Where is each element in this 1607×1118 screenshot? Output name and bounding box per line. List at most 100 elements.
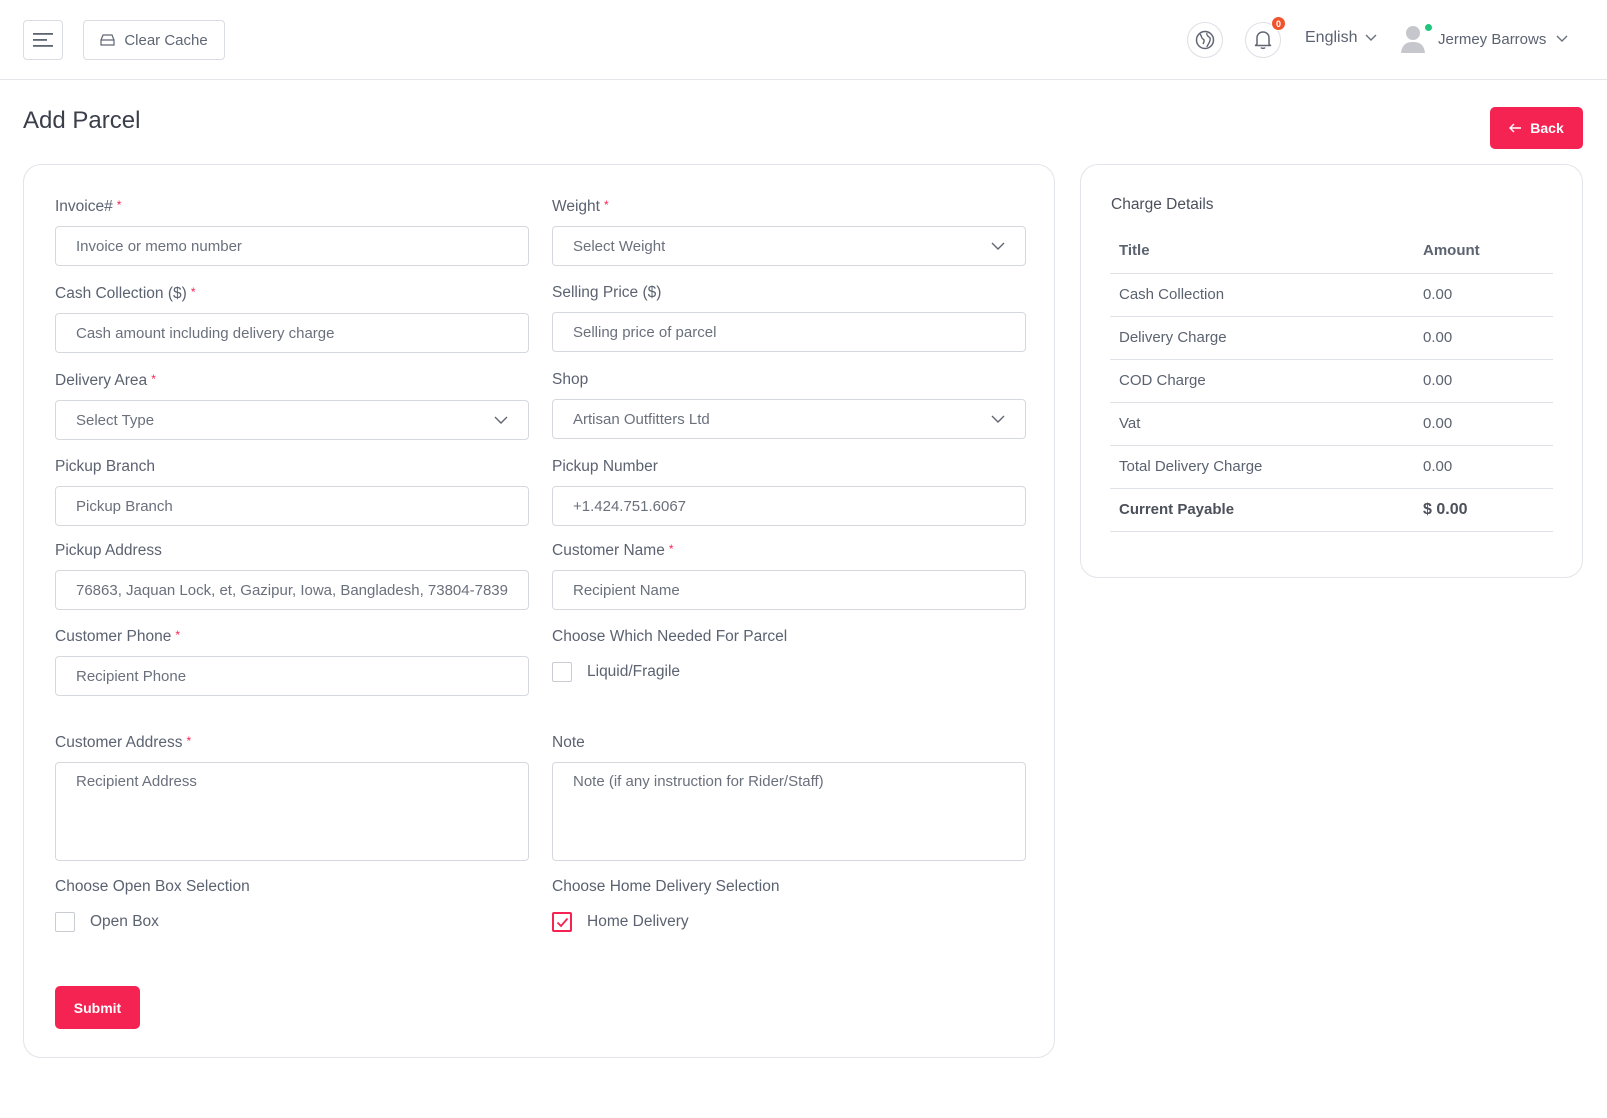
checkmark-icon	[556, 917, 568, 927]
avatar	[1400, 24, 1432, 54]
open-box-field: Choose Open Box Selection Open Box	[55, 878, 529, 932]
invoice-field: Invoice# * Invoice or memo number	[55, 198, 529, 266]
cash-collection-label: Cash Collection ($) *	[55, 285, 196, 302]
row-title: Vat	[1110, 402, 1423, 446]
menu-toggle-button[interactable]	[23, 20, 63, 60]
total-title: Current Payable	[1110, 488, 1423, 532]
delivery-area-field: Delivery Area * Select Type	[55, 372, 529, 440]
customer-phone-label: Customer Phone *	[55, 628, 180, 645]
submit-button[interactable]: Submit	[55, 986, 140, 1029]
clear-cache-button[interactable]: Clear Cache	[83, 20, 225, 60]
invoice-label: Invoice# *	[55, 198, 122, 215]
shop-field: Shop Artisan Outfitters Ltd	[552, 371, 1026, 439]
column-amount: Amount	[1423, 229, 1553, 274]
charge-details-card: Charge Details Title Amount Cash Collect…	[1080, 164, 1583, 578]
pickup-address-input[interactable]: 76863, Jaquan Lock, et, Gazipur, Iowa, B…	[55, 570, 529, 610]
selling-price-input[interactable]: Selling price of parcel	[552, 312, 1026, 352]
chevron-down-icon	[991, 415, 1005, 423]
notification-badge: 0	[1271, 16, 1286, 31]
table-row: COD Charge 0.00	[1110, 359, 1553, 403]
open-box-group-label: Choose Open Box Selection	[55, 878, 250, 895]
column-title: Title	[1110, 229, 1423, 274]
pickup-number-input[interactable]: +1.424.751.6067	[552, 486, 1026, 526]
total-row: Current Payable $ 0.00	[1110, 488, 1553, 532]
customer-name-input[interactable]: Recipient Name	[552, 570, 1026, 610]
row-title: COD Charge	[1110, 359, 1423, 403]
pickup-branch-label: Pickup Branch	[55, 458, 155, 475]
pickup-number-field: Pickup Number +1.424.751.6067	[552, 458, 1026, 526]
open-box-option[interactable]: Open Box	[55, 912, 529, 932]
row-amount: 0.00	[1423, 273, 1553, 317]
customer-address-textarea[interactable]: Recipient Address	[55, 762, 529, 861]
row-amount: 0.00	[1423, 359, 1553, 403]
back-button[interactable]: Back	[1490, 107, 1583, 149]
parcel-needs-label: Choose Which Needed For Parcel	[552, 628, 788, 645]
invoice-input[interactable]: Invoice or memo number	[55, 226, 529, 266]
pickup-branch-input[interactable]: Pickup Branch	[55, 486, 529, 526]
customer-address-label: Customer Address *	[55, 734, 192, 751]
user-name: Jermey Barrows	[1438, 30, 1547, 48]
charge-details-table: Title Amount Cash Collection 0.00 Delive…	[1110, 229, 1553, 532]
total-amount: $ 0.00	[1423, 488, 1553, 532]
shop-label: Shop	[552, 371, 589, 388]
row-title: Delivery Charge	[1110, 316, 1423, 360]
home-delivery-checkbox[interactable]	[552, 912, 572, 932]
online-status-dot	[1425, 24, 1432, 31]
note-textarea[interactable]: Note (if any instruction for Rider/Staff…	[552, 762, 1026, 861]
globe-icon	[1195, 30, 1215, 50]
liquid-fragile-checkbox[interactable]	[552, 662, 572, 682]
table-row: Vat 0.00	[1110, 402, 1553, 446]
shop-select[interactable]: Artisan Outfitters Ltd	[552, 399, 1026, 439]
weight-field: Weight * Select Weight	[552, 198, 1026, 266]
home-delivery-label: Home Delivery	[587, 913, 689, 930]
home-delivery-option[interactable]: Home Delivery	[552, 912, 1026, 932]
charge-details-title: Charge Details	[1111, 196, 1214, 213]
row-amount: 0.00	[1423, 316, 1553, 360]
customer-phone-field: Customer Phone * Recipient Phone	[55, 628, 529, 696]
selling-price-label: Selling Price ($)	[552, 284, 662, 301]
open-box-checkbox[interactable]	[55, 912, 75, 932]
chevron-down-icon	[991, 242, 1005, 250]
pickup-address-field: Pickup Address 76863, Jaquan Lock, et, G…	[55, 542, 529, 610]
note-label: Note	[552, 734, 585, 751]
home-delivery-group-label: Choose Home Delivery Selection	[552, 878, 780, 895]
weight-label: Weight *	[552, 198, 609, 215]
customer-name-field: Customer Name * Recipient Name	[552, 542, 1026, 610]
arrow-left-icon	[1509, 123, 1522, 133]
user-menu[interactable]: Jermey Barrows	[1400, 24, 1568, 54]
row-title: Total Delivery Charge	[1110, 445, 1423, 489]
user-avatar-icon	[1401, 26, 1425, 53]
row-title: Cash Collection	[1110, 273, 1423, 317]
cash-collection-input[interactable]: Cash amount including delivery charge	[55, 313, 529, 353]
customer-address-field: Customer Address * Recipient Address	[55, 734, 529, 861]
back-label: Back	[1530, 120, 1564, 136]
row-amount: 0.00	[1423, 445, 1553, 489]
parcel-form-card: Invoice# * Invoice or memo number Weight *…	[23, 164, 1055, 1058]
customer-phone-input[interactable]: Recipient Phone	[55, 656, 529, 696]
website-button[interactable]	[1187, 22, 1223, 58]
cash-collection-field: Cash Collection ($) * Cash amount includi…	[55, 285, 529, 353]
hamburger-icon	[33, 33, 53, 47]
bell-icon	[1254, 31, 1272, 50]
open-box-label: Open Box	[90, 913, 159, 930]
page-title: Add Parcel	[23, 107, 141, 134]
delivery-area-select[interactable]: Select Type	[55, 400, 529, 440]
table-header-row: Title Amount	[1110, 229, 1553, 274]
notification-button[interactable]: 0	[1245, 16, 1286, 58]
language-selector[interactable]: English	[1305, 29, 1377, 47]
table-row: Cash Collection 0.00	[1110, 273, 1553, 317]
table-row: Delivery Charge 0.00	[1110, 316, 1553, 360]
liquid-fragile-option[interactable]: Liquid/Fragile	[552, 662, 1026, 682]
row-amount: 0.00	[1423, 402, 1553, 446]
table-row: Total Delivery Charge 0.00	[1110, 445, 1553, 489]
weight-select[interactable]: Select Weight	[552, 226, 1026, 266]
selling-price-field: Selling Price ($) Selling price of parce…	[552, 284, 1026, 352]
chevron-down-icon	[1556, 35, 1568, 42]
pickup-branch-field: Pickup Branch Pickup Branch	[55, 458, 529, 526]
note-field: Note Note (if any instruction for Rider/…	[552, 734, 1026, 861]
customer-name-label: Customer Name *	[552, 542, 674, 559]
liquid-fragile-label: Liquid/Fragile	[587, 663, 681, 680]
language-label: English	[1305, 29, 1358, 46]
top-bar: Clear Cache 0 English Jermey Barrows	[0, 0, 1607, 80]
pickup-address-label: Pickup Address	[55, 542, 162, 559]
